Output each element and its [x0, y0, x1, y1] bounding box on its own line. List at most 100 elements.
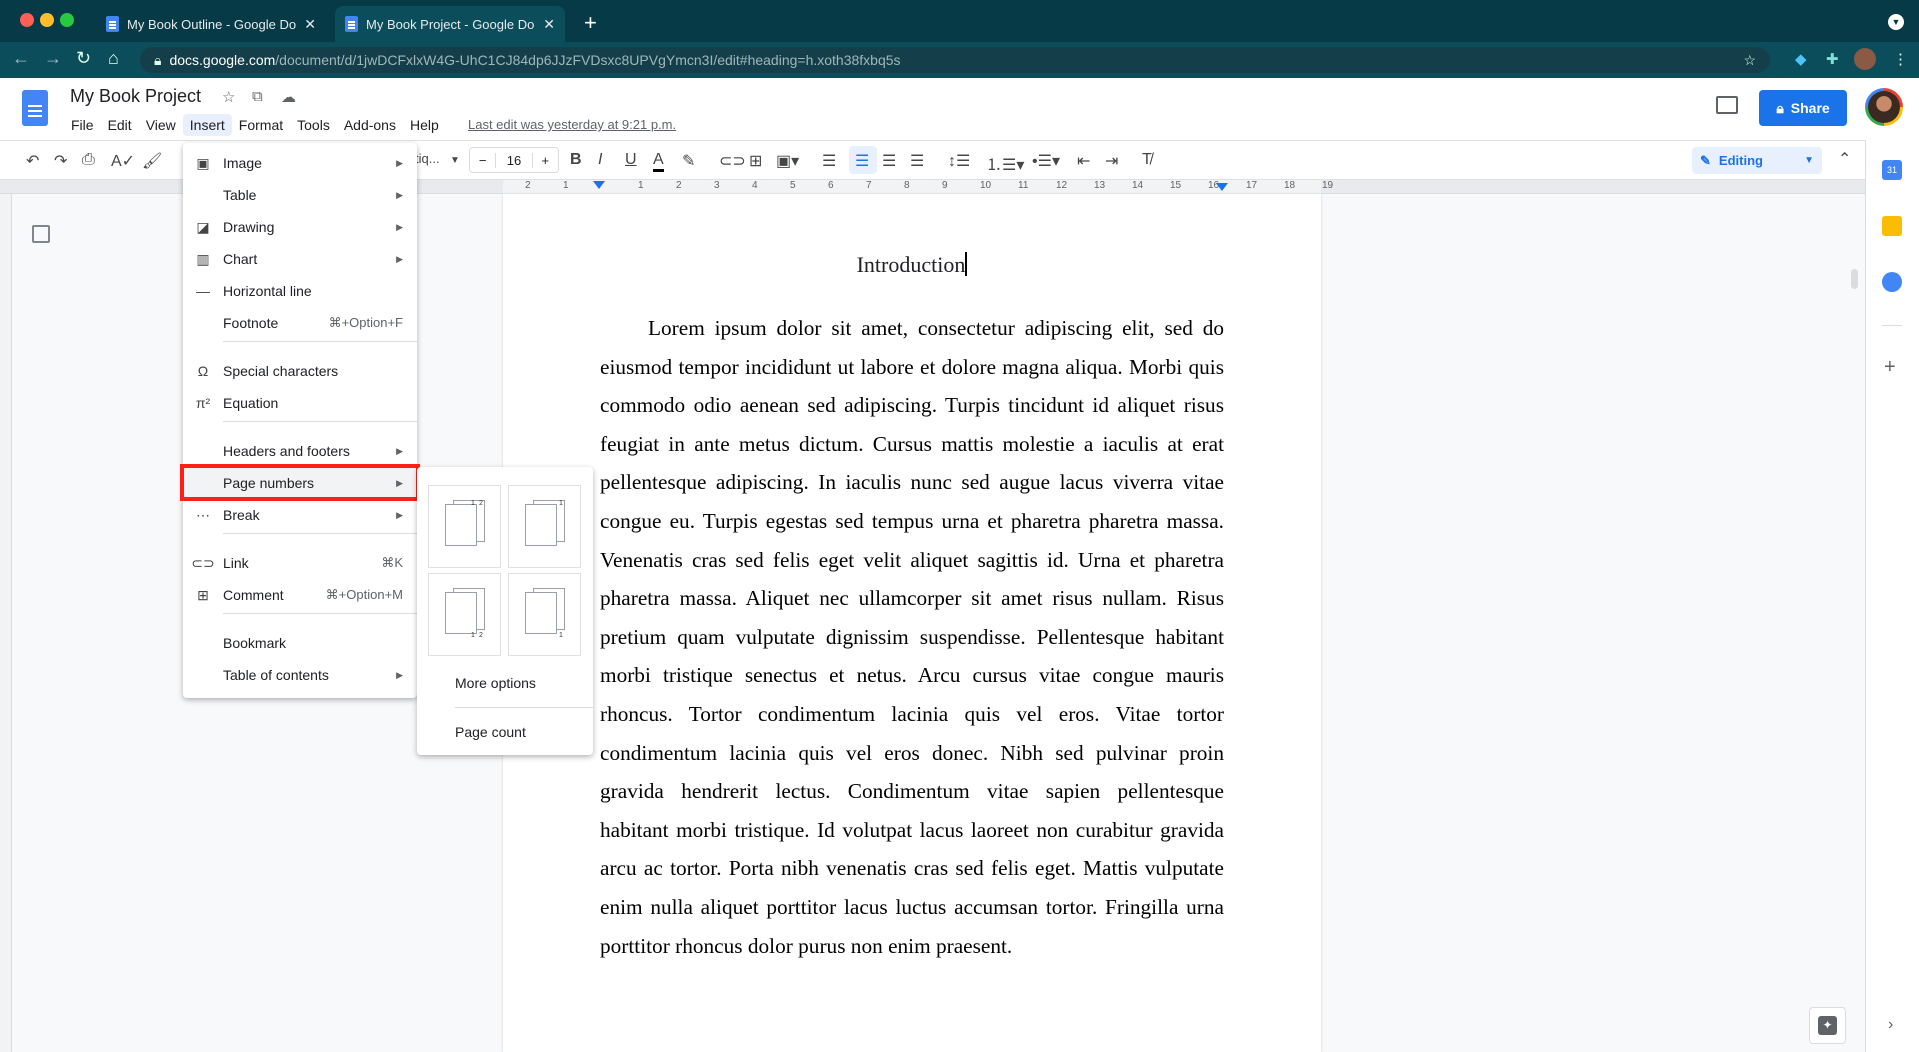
- address-bar[interactable]: 🔒︎ docs.google.com/document/d/1jwDCFxlxW…: [140, 47, 1770, 73]
- keep-icon[interactable]: [1882, 216, 1902, 236]
- menu-help[interactable]: Help: [403, 114, 446, 136]
- paint-format-icon[interactable]: 🖌︎: [142, 151, 162, 171]
- close-tab-icon[interactable]: ✕: [304, 16, 316, 33]
- menu-item-special-characters[interactable]: Ω Special characters: [183, 355, 417, 387]
- font-size-stepper[interactable]: − 16 +: [469, 147, 559, 173]
- menu-view[interactable]: View: [139, 114, 183, 136]
- insert-link-icon[interactable]: ⊂⊃: [719, 151, 746, 171]
- menu-item-table[interactable]: Table ▶: [183, 179, 417, 211]
- page-number-option-header-all-pages[interactable]: 12: [428, 485, 501, 568]
- more-options-item[interactable]: More options: [455, 675, 536, 691]
- minimize-window-button[interactable]: [40, 13, 54, 27]
- comment-history-icon[interactable]: [1716, 96, 1738, 114]
- print-icon[interactable]: ⎙: [82, 151, 95, 169]
- left-indent-marker[interactable]: [593, 181, 605, 189]
- menu-item-drawing[interactable]: ◪ Drawing ▶: [183, 211, 417, 243]
- calendar-icon[interactable]: 31: [1882, 160, 1902, 180]
- extension-icon[interactable]: ◆: [1795, 50, 1807, 68]
- cloud-saved-icon[interactable]: ☁: [281, 88, 296, 106]
- document-heading[interactable]: Introduction: [503, 252, 1321, 278]
- new-tab-button[interactable]: +: [584, 10, 597, 36]
- italic-icon[interactable]: I: [598, 151, 602, 169]
- document-outline-icon[interactable]: [32, 225, 50, 243]
- bold-icon[interactable]: B: [570, 151, 582, 169]
- menu-item-table-of-contents[interactable]: Table of contents ▶: [183, 659, 417, 691]
- font-size-input[interactable]: 16: [495, 152, 533, 168]
- menu-tools[interactable]: Tools: [290, 114, 337, 136]
- menu-file[interactable]: File: [64, 114, 101, 136]
- clear-formatting-icon[interactable]: T̸: [1142, 151, 1152, 169]
- scrollbar-thumb[interactable]: [1851, 269, 1858, 289]
- account-avatar[interactable]: [1865, 88, 1903, 126]
- reload-icon[interactable]: ↻: [76, 48, 91, 69]
- document-paragraph[interactable]: Lorem ipsum dolor sit amet, consectetur …: [600, 309, 1224, 965]
- page-count-item[interactable]: Page count: [455, 724, 526, 740]
- increase-indent-icon[interactable]: ⇥: [1105, 151, 1118, 171]
- align-left-icon[interactable]: ☰: [822, 151, 836, 171]
- bulleted-list-icon[interactable]: •☰▾: [1032, 151, 1060, 171]
- browser-menu-icon[interactable]: ⋮: [1893, 50, 1908, 68]
- line-spacing-icon[interactable]: ↕☰: [948, 151, 970, 171]
- tab-search-icon[interactable]: ▼: [1888, 14, 1904, 30]
- maximize-window-button[interactable]: [60, 13, 74, 27]
- menu-item-chart[interactable]: ▥ Chart ▶: [183, 243, 417, 275]
- align-center-icon[interactable]: ☰: [855, 151, 869, 171]
- profile-avatar[interactable]: [1854, 48, 1876, 70]
- menu-item-comment[interactable]: ⊞ Comment ⌘+Option+M: [183, 579, 417, 611]
- menu-item-horizontal-line[interactable]: — Horizontal line: [183, 275, 417, 307]
- browser-tab-project[interactable]: My Book Project - Google Docs ✕: [335, 6, 565, 42]
- show-side-panel-icon[interactable]: ›: [1888, 1016, 1893, 1034]
- font-selector[interactable]: tiq...: [415, 151, 440, 166]
- right-indent-marker[interactable]: [1216, 183, 1228, 191]
- menu-insert[interactable]: Insert: [182, 114, 232, 136]
- menu-format[interactable]: Format: [232, 114, 290, 136]
- bookmark-star-icon[interactable]: ☆: [1743, 52, 1756, 69]
- close-window-button[interactable]: [20, 13, 34, 27]
- decrease-indent-icon[interactable]: ⇤: [1077, 151, 1090, 171]
- docs-logo-icon[interactable]: [22, 90, 48, 126]
- back-icon[interactable]: ←: [12, 48, 30, 69]
- document-page[interactable]: Introduction Lorem ipsum dolor sit amet,…: [503, 194, 1321, 1052]
- document-title[interactable]: My Book Project: [70, 86, 201, 107]
- page-number-option-header-skip-first[interactable]: 1: [508, 485, 581, 568]
- highlight-color-icon[interactable]: ✎: [682, 151, 695, 171]
- add-comment-icon[interactable]: ⊞: [749, 151, 762, 171]
- editing-mode-dropdown[interactable]: ✎ Editing ▼: [1692, 147, 1822, 174]
- browser-tab-outline[interactable]: My Book Outline - Google Docs ✕: [96, 6, 326, 42]
- page-number-option-footer-skip-first[interactable]: 1: [508, 573, 581, 656]
- insert-image-icon[interactable]: ▣▾: [776, 151, 799, 171]
- increase-font-size-button[interactable]: +: [533, 153, 558, 168]
- explore-button[interactable]: ✦: [1809, 1007, 1846, 1044]
- extensions-puzzle-icon[interactable]: ✚: [1826, 50, 1839, 68]
- menu-item-bookmark[interactable]: Bookmark: [183, 627, 417, 659]
- justify-icon[interactable]: ☰: [910, 151, 924, 171]
- home-icon[interactable]: ⌂: [108, 48, 119, 69]
- tasks-icon[interactable]: [1882, 272, 1902, 292]
- menu-item-break[interactable]: ⋯ Break ▶: [183, 499, 417, 531]
- underline-icon[interactable]: U: [625, 151, 637, 169]
- spellcheck-icon[interactable]: A✓: [111, 151, 135, 171]
- last-edit-link[interactable]: Last edit was yesterday at 9:21 p.m.: [468, 117, 676, 132]
- menu-item-image[interactable]: ▣ Image ▶: [183, 147, 417, 179]
- menu-edit[interactable]: Edit: [101, 114, 139, 136]
- numbered-list-icon[interactable]: ⒈☰▾: [986, 151, 1024, 175]
- star-icon[interactable]: ☆: [222, 88, 235, 106]
- hide-menus-icon[interactable]: ⌃: [1838, 149, 1851, 169]
- decrease-font-size-button[interactable]: −: [470, 153, 495, 168]
- vertical-ruler[interactable]: [0, 194, 12, 1052]
- align-right-icon[interactable]: ☰: [882, 151, 896, 171]
- menu-add-ons[interactable]: Add-ons: [337, 114, 403, 136]
- font-dropdown-icon[interactable]: ▼: [450, 155, 460, 166]
- redo-icon[interactable]: ↷: [54, 151, 67, 171]
- move-folder-icon[interactable]: ⧉: [252, 88, 263, 105]
- menu-item-footnote[interactable]: Footnote ⌘+Option+F: [183, 307, 417, 339]
- close-tab-icon[interactable]: ✕: [543, 16, 555, 33]
- text-color-icon[interactable]: A: [653, 151, 664, 172]
- menu-item-link[interactable]: ⊂⊃ Link ⌘K: [183, 547, 417, 579]
- share-button[interactable]: 🔒︎ Share: [1759, 90, 1847, 126]
- menu-item-equation[interactable]: π² Equation: [183, 387, 417, 419]
- menu-item-headers-and-footers[interactable]: Headers and footers ▶: [183, 435, 417, 467]
- forward-icon[interactable]: →: [44, 48, 62, 69]
- page-number-option-footer-all-pages[interactable]: 12: [428, 573, 501, 656]
- add-addon-icon[interactable]: +: [1884, 356, 1896, 379]
